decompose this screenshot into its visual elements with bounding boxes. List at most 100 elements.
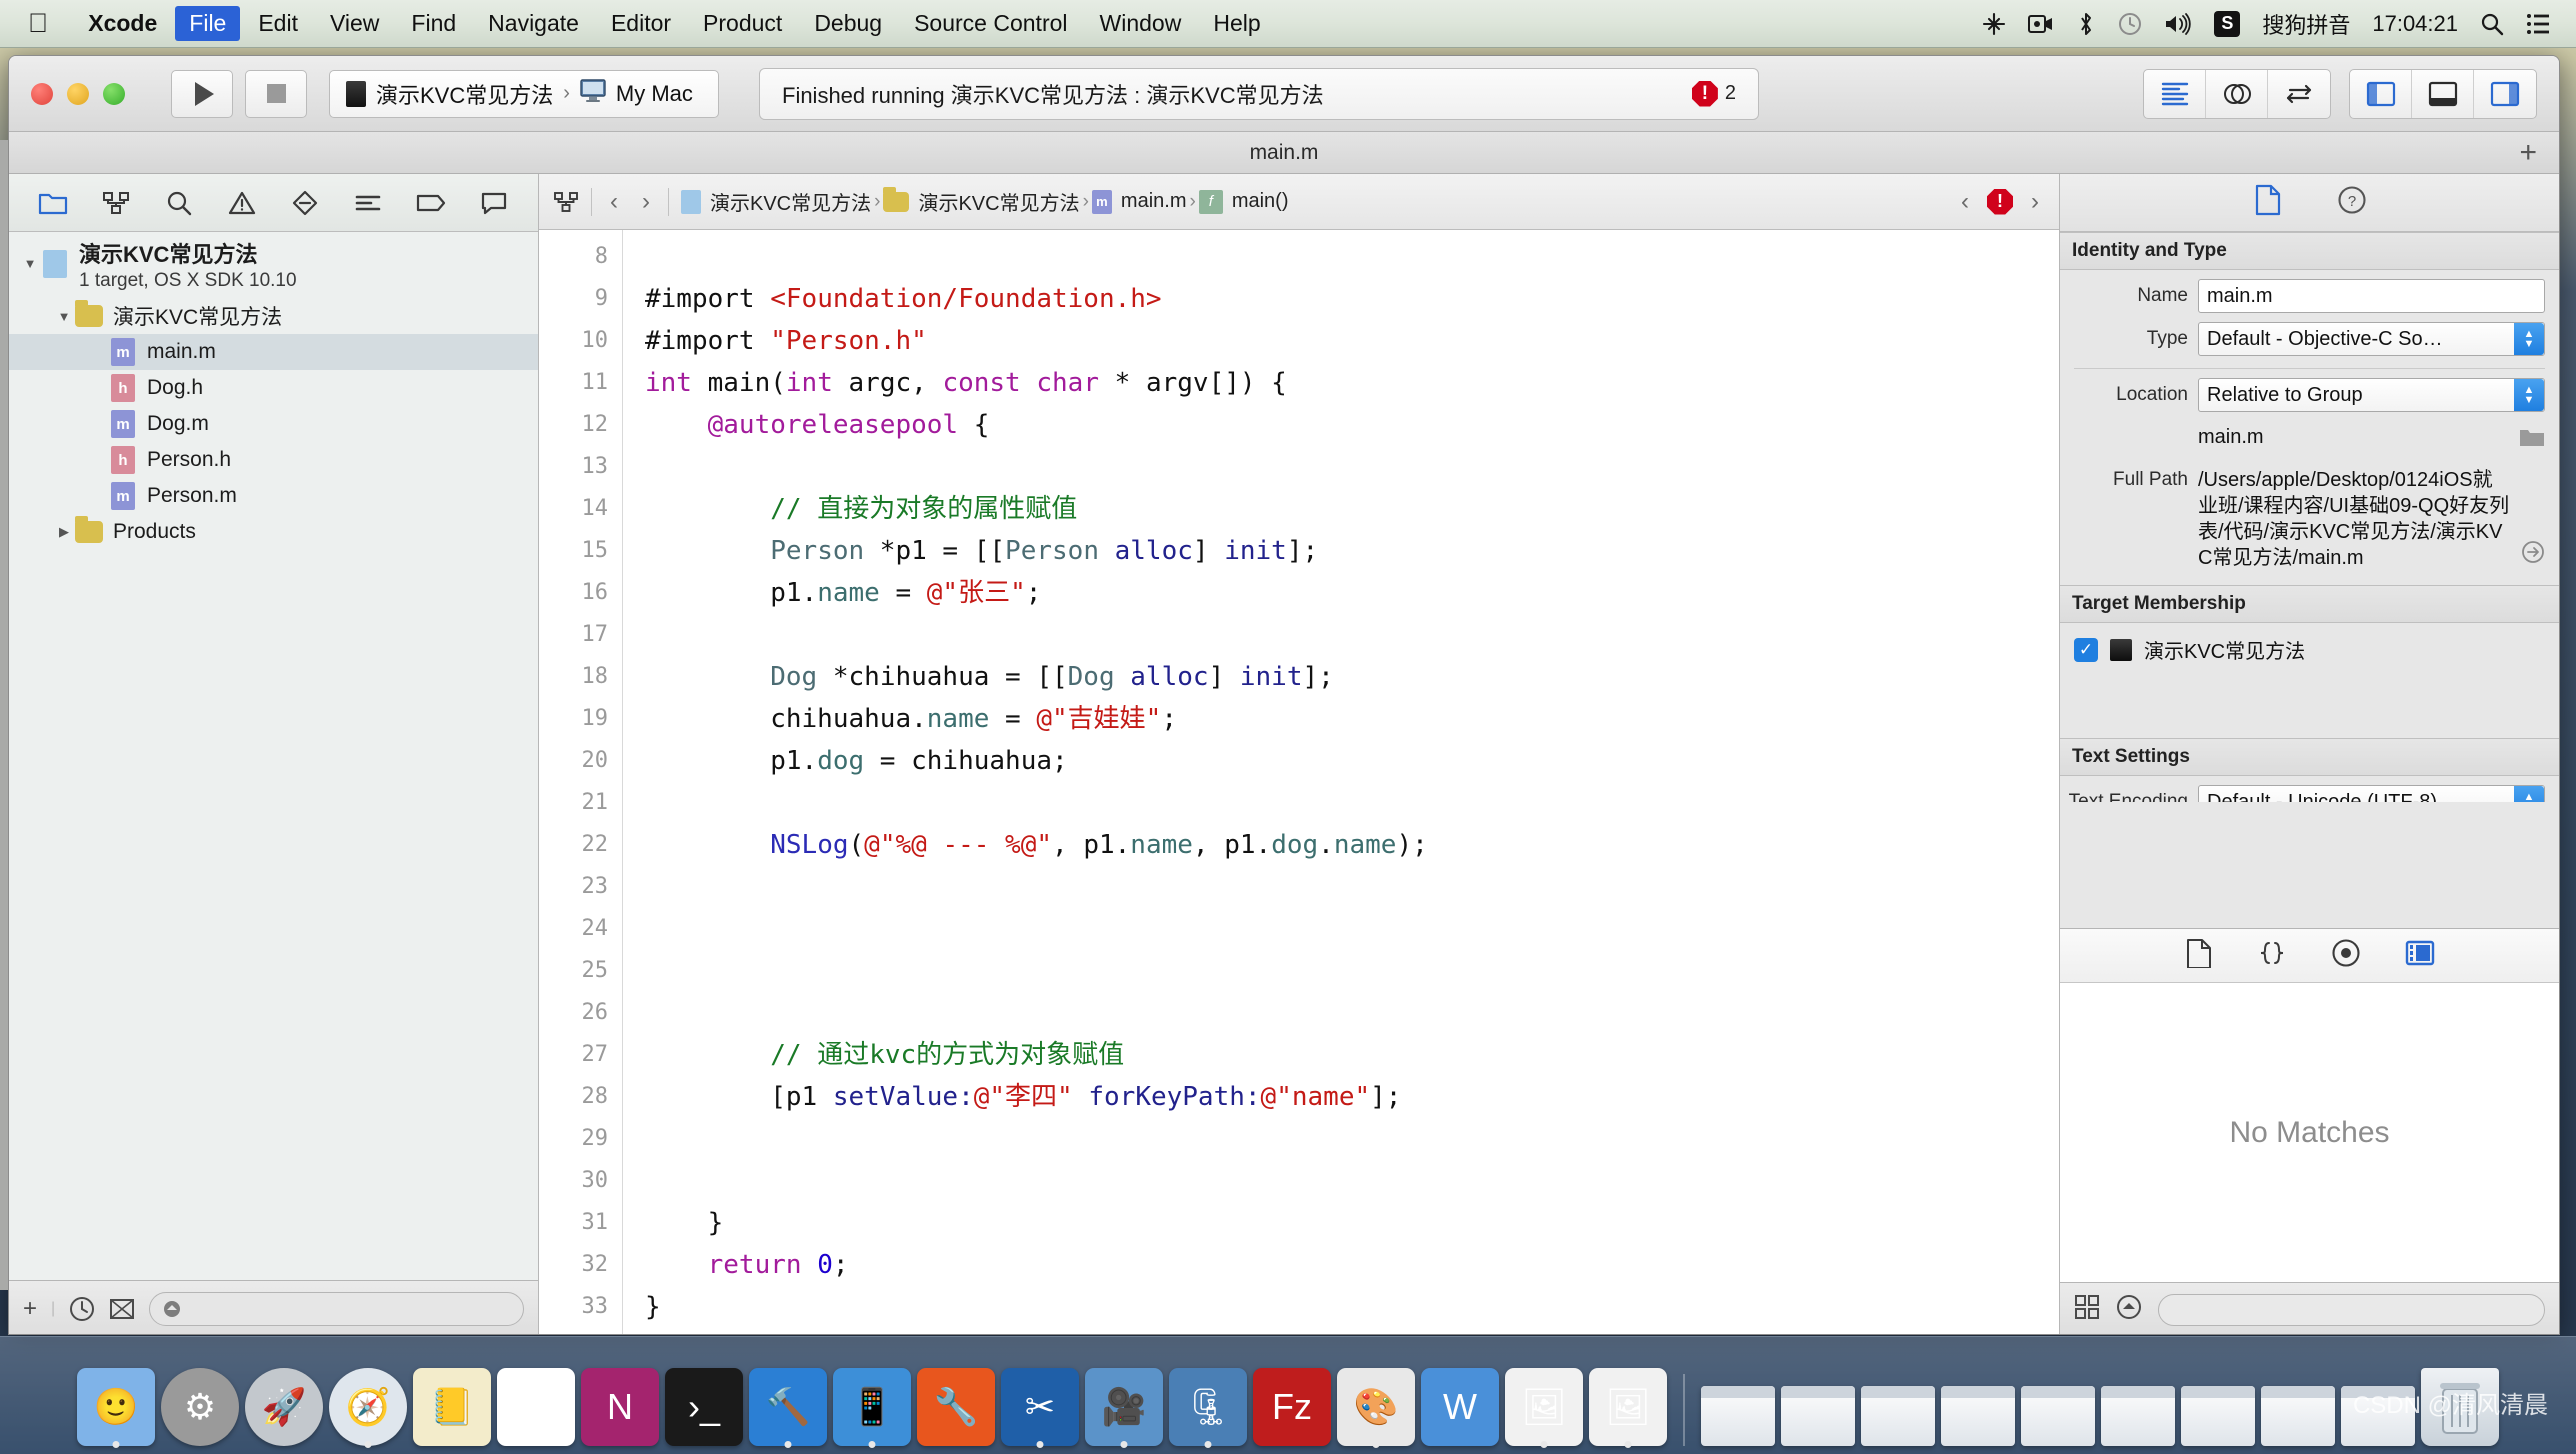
activity-status-bar[interactable]: Finished running 演示KVC常见方法 : 演示KVC常见方法 !… bbox=[759, 67, 1759, 120]
code-line[interactable] bbox=[645, 992, 2059, 1034]
reveal-in-finder-icon[interactable] bbox=[2521, 540, 2545, 571]
media-library-icon[interactable] bbox=[2405, 939, 2435, 972]
related-items-icon[interactable] bbox=[553, 190, 579, 214]
toggle-debug-area-icon[interactable] bbox=[2412, 69, 2474, 118]
disclosure-triangle-right[interactable]: ▶ bbox=[53, 524, 75, 540]
snip-icon[interactable]: ✂ bbox=[1001, 1368, 1079, 1446]
code-line[interactable]: Person *p1 = [[Person alloc] init]; bbox=[645, 530, 2059, 572]
find-navigator-icon[interactable] bbox=[156, 182, 202, 224]
quicktime-icon[interactable]: 🎥 bbox=[1085, 1368, 1163, 1446]
chevron-updown-icon[interactable]: ▲▼ bbox=[2514, 323, 2544, 355]
menu-item-source-control[interactable]: Source Control bbox=[900, 6, 1081, 41]
clock-icon[interactable] bbox=[69, 1296, 95, 1322]
airplay-icon[interactable] bbox=[1982, 12, 2006, 36]
issue-navigator-icon[interactable] bbox=[219, 182, 265, 224]
screen-record-icon[interactable] bbox=[2028, 14, 2054, 34]
code-line[interactable]: return 0; bbox=[645, 1244, 2059, 1286]
finder-icon[interactable]: 🙂 bbox=[77, 1368, 155, 1446]
sublime-icon[interactable]: W bbox=[1421, 1368, 1499, 1446]
code-line[interactable] bbox=[645, 1328, 2059, 1334]
disclosure-triangle-down[interactable]: ▼ bbox=[53, 309, 75, 324]
archive-icon[interactable]: 🗜 bbox=[1169, 1368, 1247, 1446]
bluetooth-icon[interactable] bbox=[2076, 12, 2096, 36]
line-number[interactable]: 20 bbox=[539, 740, 609, 782]
line-number[interactable]: 14 bbox=[539, 488, 609, 530]
toggle-utilities-icon[interactable] bbox=[2474, 70, 2536, 118]
run-button[interactable] bbox=[171, 69, 233, 118]
time-machine-icon[interactable] bbox=[2118, 12, 2142, 36]
chevron-updown-icon[interactable]: ▲▼ bbox=[2514, 786, 2544, 802]
project-navigator-icon[interactable] bbox=[30, 182, 76, 224]
menu-item-find[interactable]: Find bbox=[397, 6, 470, 41]
menu-item-debug[interactable]: Debug bbox=[800, 6, 896, 41]
issue-badge[interactable]: ! 2 bbox=[1691, 80, 1736, 107]
line-number[interactable]: 32 bbox=[539, 1244, 609, 1286]
add-item-button[interactable]: + bbox=[23, 1295, 37, 1323]
notification-center-icon[interactable] bbox=[2526, 13, 2550, 35]
instruments-icon[interactable]: 🔧 bbox=[917, 1368, 995, 1446]
apple-logo-icon[interactable]:  bbox=[28, 10, 48, 37]
scheme-selector[interactable]: 演示KVC常见方法 › My Mac bbox=[329, 69, 719, 118]
file-inspector-icon[interactable] bbox=[2253, 184, 2283, 221]
preview-icon[interactable]: 🖼 bbox=[1505, 1368, 1583, 1446]
excel-icon[interactable]: X bbox=[497, 1368, 575, 1446]
menu-item-product[interactable]: Product bbox=[689, 6, 796, 41]
filezilla-icon[interactable]: Fz bbox=[1253, 1368, 1331, 1446]
zoom-button[interactable] bbox=[103, 82, 125, 105]
line-number[interactable]: 9 bbox=[539, 278, 608, 320]
code-line[interactable]: Dog *chihuahua = [[Dog alloc] init]; bbox=[645, 656, 2059, 698]
menu-item-file[interactable]: File bbox=[175, 6, 241, 41]
disclosure-triangle-down[interactable]: ▼ bbox=[19, 242, 41, 271]
nav-item-演示KVC常见方法[interactable]: ▼ 演示KVC常见方法 bbox=[9, 298, 538, 334]
code-line[interactable] bbox=[645, 1118, 2059, 1160]
library-filter-input[interactable] bbox=[2158, 1293, 2545, 1326]
minimized-window-8[interactable] bbox=[2261, 1386, 2335, 1446]
code-line[interactable]: } bbox=[645, 1202, 2059, 1244]
project-navigator-tree[interactable]: ▼ 演示KVC常见方法 1 target, OS X SDK 10.10 ▼ 演示KVC… bbox=[9, 232, 538, 1280]
text-encoding-select[interactable]: Default - Unicode (UTF-8) ▲▼ bbox=[2198, 785, 2545, 802]
location-select[interactable]: Relative to Group ▲ ▼ bbox=[2198, 378, 2545, 412]
standard-editor-icon[interactable] bbox=[2144, 69, 2206, 118]
toggle-navigator-icon[interactable] bbox=[2350, 69, 2412, 118]
line-number[interactable]: 34 bbox=[539, 1328, 608, 1334]
code-line[interactable]: p1.dog = chihuahua; bbox=[645, 740, 2059, 782]
system-preferences-icon[interactable]: ⚙ bbox=[161, 1368, 239, 1446]
target-membership-row[interactable]: ✓ 演示KVC常见方法 bbox=[2060, 623, 2559, 676]
code-line[interactable]: @autoreleasepool { bbox=[645, 404, 2059, 446]
input-method-badge[interactable]: S bbox=[2214, 10, 2241, 37]
code-line[interactable]: } bbox=[645, 1286, 2059, 1328]
line-number[interactable]: 31 bbox=[539, 1202, 609, 1244]
menu-item-navigate[interactable]: Navigate bbox=[474, 6, 593, 41]
line-number[interactable]: 15 bbox=[539, 530, 609, 572]
error-icon[interactable]: ! bbox=[1987, 188, 2013, 215]
minimized-window-2[interactable] bbox=[1781, 1386, 1855, 1446]
symbol-navigator-icon[interactable] bbox=[93, 182, 139, 224]
code-line[interactable]: #import <Foundation/Foundation.h> bbox=[645, 278, 2059, 320]
line-number[interactable]: 8 bbox=[539, 236, 608, 278]
simulator-icon[interactable]: 📱 bbox=[833, 1368, 911, 1446]
line-number-gutter[interactable]: 8 9 10 11 12 13 14 15 16 17 18 19 20 21 22 23 24 25 26 27 28… bbox=[539, 230, 623, 1334]
notes-icon[interactable]: 📒 bbox=[413, 1368, 491, 1446]
add-tab-button[interactable]: + bbox=[2519, 137, 2537, 168]
code-line[interactable]: chihuahua.name = @"吉娃娃"; bbox=[645, 698, 2059, 740]
nav-item-Person.h[interactable]: h Person.h bbox=[9, 442, 538, 478]
code-line[interactable]: // 通过kvc的方式为对象赋值 bbox=[645, 1034, 2059, 1076]
line-number[interactable]: 17 bbox=[539, 614, 609, 656]
line-number[interactable]: 19 bbox=[539, 698, 609, 740]
code-content[interactable]: #import <Foundation/Foundation.h> #import… bbox=[623, 230, 2059, 1334]
safari-icon[interactable]: 🧭 bbox=[329, 1368, 407, 1446]
code-line[interactable] bbox=[645, 866, 2059, 908]
object-library-icon[interactable] bbox=[2331, 938, 2361, 973]
preview-2-icon[interactable]: 🖼 bbox=[1589, 1368, 1667, 1446]
minimized-window-4[interactable] bbox=[1941, 1386, 2015, 1446]
source-code-editor[interactable]: 8 9 10 11 12 13 14 15 16 17 18 19 20 21 22 23 24 25 26 27 28… bbox=[539, 230, 2059, 1334]
report-navigator-icon[interactable] bbox=[471, 182, 517, 224]
assistant-editor-icon[interactable] bbox=[2206, 69, 2268, 118]
choose-folder-icon[interactable] bbox=[2519, 426, 2545, 454]
debug-navigator-icon[interactable] bbox=[345, 182, 391, 224]
line-number[interactable]: 29 bbox=[539, 1118, 609, 1160]
line-number[interactable]: 10 bbox=[539, 320, 609, 362]
code-line[interactable] bbox=[645, 908, 2059, 950]
line-number[interactable]: 26 bbox=[539, 992, 609, 1034]
quick-help-inspector-icon[interactable]: ? bbox=[2337, 185, 2367, 220]
